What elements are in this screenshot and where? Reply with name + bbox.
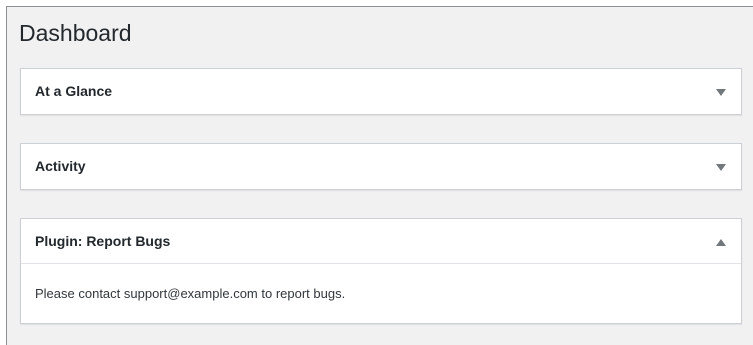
widget-activity-title: Activity xyxy=(35,158,86,174)
widget-at-a-glance: At a Glance xyxy=(20,68,742,115)
widget-report-bugs: Plugin: Report Bugs Please contact suppo… xyxy=(20,218,742,324)
widget-activity-header[interactable]: Activity xyxy=(21,144,741,189)
widget-report-bugs-content: Please contact support@example.com to re… xyxy=(21,264,741,323)
triangle-up-icon[interactable] xyxy=(711,232,731,252)
widget-at-a-glance-title: At a Glance xyxy=(35,83,113,99)
page-title: Dashboard xyxy=(19,20,132,46)
triangle-down-icon[interactable] xyxy=(711,157,731,177)
widget-report-bugs-title: Plugin: Report Bugs xyxy=(35,233,171,249)
dashboard-wrap: Dashboard At a Glance Activity Plugin: R… xyxy=(6,6,753,345)
widget-activity: Activity xyxy=(20,143,742,190)
triangle-down-icon[interactable] xyxy=(711,82,731,102)
widget-report-bugs-text: Please contact support@example.com to re… xyxy=(35,286,346,301)
widget-report-bugs-header[interactable]: Plugin: Report Bugs xyxy=(21,219,741,264)
widget-at-a-glance-header[interactable]: At a Glance xyxy=(21,69,741,114)
